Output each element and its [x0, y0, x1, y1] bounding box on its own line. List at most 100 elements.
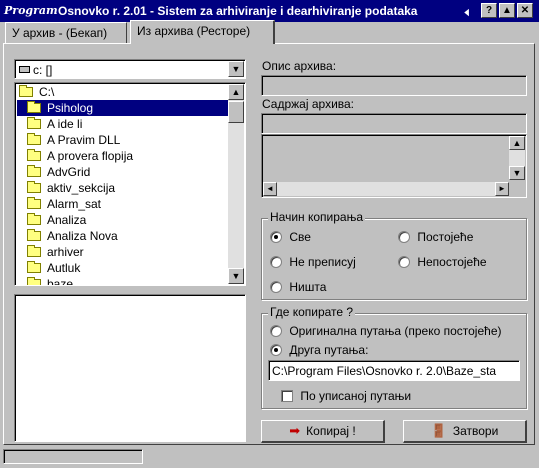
copy-mode-nonexisting-radio[interactable]: Непостојеће — [398, 255, 487, 269]
arrow-down-icon: ▼ — [512, 168, 522, 178]
arrow-up-icon: ▲ — [512, 138, 522, 148]
directory-selected[interactable]: Psiholog — [17, 100, 231, 116]
drive-dropdown-button[interactable]: ▼ — [228, 61, 244, 77]
list-item[interactable]: AdvGrid — [17, 164, 227, 180]
close-button[interactable]: 🚪 Затвори — [403, 420, 527, 443]
help-button[interactable]: ? — [481, 3, 497, 18]
arrow-up-icon: ▲ — [231, 87, 241, 97]
directory-root-label: C:\ — [39, 85, 55, 99]
other-path-radio[interactable]: Друга путања: — [270, 343, 368, 357]
list-item-label: Analiza Nova — [47, 229, 118, 243]
list-item-label: AdvGrid — [47, 165, 91, 179]
copy-mode-all-radio[interactable]: Све — [270, 230, 311, 244]
radio-off-icon — [398, 231, 410, 243]
arrow-left-icon: ◄ — [266, 184, 274, 193]
maximize-button[interactable]: ▲ — [499, 3, 515, 18]
scroll-up-button[interactable]: ▲ — [509, 136, 525, 150]
folder-icon — [27, 277, 41, 285]
scroll-right-button[interactable]: ► — [495, 182, 509, 196]
maximize-icon: ▲ — [502, 5, 512, 16]
original-path-label: Оригинална путања (преко постојеће) — [289, 324, 502, 338]
radio-off-icon — [270, 281, 282, 293]
app-logo: Program — [4, 4, 58, 17]
copy-arrow-icon: ➡ — [289, 423, 301, 438]
archive-contents-label: Садржај архива: — [262, 97, 355, 111]
list-item[interactable]: Autluk — [17, 260, 227, 276]
close-window-button[interactable]: ✕ — [517, 3, 533, 18]
chevron-down-icon: ▼ — [231, 64, 241, 74]
archive-description-field[interactable] — [261, 75, 527, 96]
list-item[interactable]: Analiza Nova — [17, 228, 227, 244]
close-icon: ✕ — [520, 5, 530, 16]
arrow-down-icon: ▼ — [231, 271, 241, 281]
contents-hscrollbar[interactable]: ◄ ► — [263, 182, 509, 196]
list-item[interactable]: aktiv_sekcija — [17, 180, 227, 196]
use-entered-path-label: По уписаној путањи — [300, 389, 412, 403]
exit-door-icon: 🚪 — [430, 423, 447, 438]
folder-icon — [27, 149, 41, 161]
directory-selected-label: Psiholog — [47, 101, 94, 115]
directory-root[interactable]: C:\ — [17, 84, 227, 100]
list-item[interactable]: arhiver — [17, 244, 227, 260]
copy-mode-existing-label: Постојеће — [417, 230, 474, 244]
tab-backup-label: У архив - (Бекап) — [12, 26, 108, 40]
status-bar — [3, 449, 143, 464]
copy-button[interactable]: ➡ Копирај ! — [261, 420, 385, 443]
folder-icon — [27, 197, 41, 209]
tab-restore[interactable]: Из архива (Ресторе) — [130, 20, 275, 44]
arrow-right-icon: ► — [498, 184, 506, 193]
scroll-down-button[interactable]: ▼ — [509, 166, 525, 180]
list-item[interactable]: baze — [17, 276, 227, 285]
file-list[interactable] — [14, 294, 246, 442]
copy-mode-no-overwrite-label: Не преписуј — [289, 255, 356, 269]
scroll-left-button[interactable]: ◄ — [263, 182, 277, 196]
list-item-label: arhiver — [47, 245, 84, 259]
destination-path-input[interactable]: C:\Program Files\Osnovko r. 2.0\Baze_sta — [268, 360, 520, 381]
window-title: Osnovko r. 2.01 - Sistem za arhiviranje … — [58, 4, 418, 18]
scroll-down-button[interactable]: ▼ — [228, 268, 244, 284]
contents-vscrollbar[interactable]: ▲ ▼ — [509, 136, 525, 180]
list-item-label: Alarm_sat — [47, 197, 102, 211]
copy-mode-no-overwrite-radio[interactable]: Не преписуј — [270, 255, 356, 269]
list-item[interactable]: Alarm_sat — [17, 196, 227, 212]
scroll-up-button[interactable]: ▲ — [228, 84, 244, 100]
folder-icon — [27, 133, 41, 145]
original-path-radio[interactable]: Оригинална путања (преко постојеће) — [270, 324, 502, 338]
folder-icon — [27, 117, 41, 129]
folder-icon — [27, 229, 41, 241]
folder-icon — [27, 181, 41, 193]
destination-title: Где копирате ? — [268, 305, 356, 319]
archive-description-label: Опис архива: — [262, 59, 337, 73]
radio-off-icon — [270, 325, 282, 337]
list-item-label: A ide li — [47, 117, 83, 131]
folder-icon — [27, 261, 41, 273]
radio-on-icon — [270, 231, 282, 243]
folder-open-icon — [19, 85, 33, 97]
list-item-label: A Pravim DLL — [47, 133, 121, 147]
drive-select[interactable]: c: [] ▼ — [14, 59, 246, 79]
radio-off-icon — [270, 256, 282, 268]
list-item[interactable]: Analiza — [17, 212, 227, 228]
copy-mode-title: Начин копирања — [268, 210, 366, 224]
copy-mode-nonexisting-label: Непостојеће — [417, 255, 487, 269]
list-item[interactable]: A Pravim DLL — [17, 132, 227, 148]
copy-mode-none-label: Ништа — [289, 280, 327, 294]
scroll-thumb[interactable] — [228, 101, 244, 123]
use-entered-path-checkbox[interactable]: По уписаној путањи — [281, 389, 411, 403]
copy-mode-existing-radio[interactable]: Постојеће — [398, 230, 473, 244]
list-item-label: Autluk — [47, 261, 81, 275]
directory-list[interactable]: C:\ Psiholog A ide li A Pravim DLL A pro… — [14, 82, 246, 286]
tab-backup[interactable]: У архив - (Бекап) — [5, 22, 127, 44]
copy-mode-all-label: Све — [289, 230, 311, 244]
list-item-label: aktiv_sekcija — [47, 181, 116, 195]
folder-icon — [27, 245, 41, 257]
tab-restore-label: Из архива (Ресторе) — [137, 24, 251, 38]
list-item[interactable]: A provera flopija — [17, 148, 227, 164]
directory-scrollbar[interactable]: ▲ ▼ — [228, 84, 244, 284]
archive-contents-list[interactable]: ▲ ▼ ◄ ► — [261, 134, 527, 198]
list-item-label: A provera flopija — [47, 149, 134, 163]
folder-open-icon — [27, 101, 41, 113]
mouse-cursor-icon: 🢐 — [464, 4, 470, 20]
list-item[interactable]: A ide li — [17, 116, 227, 132]
copy-mode-none-radio[interactable]: Ништа — [270, 280, 326, 294]
